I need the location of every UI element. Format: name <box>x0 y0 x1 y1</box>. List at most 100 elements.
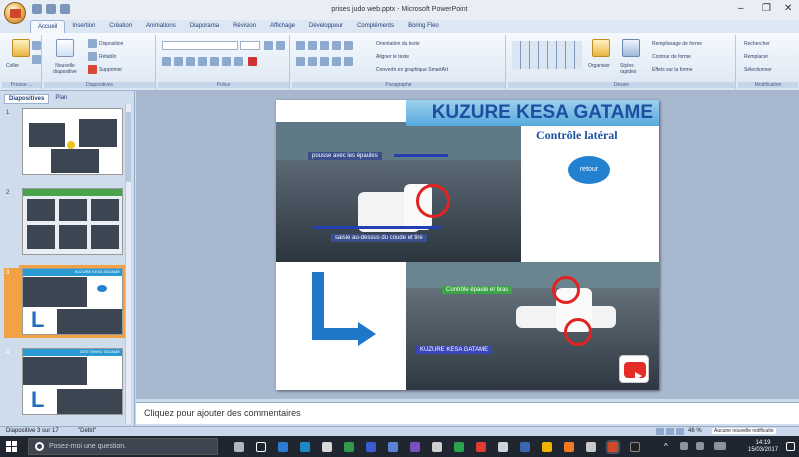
clock[interactable]: 14:19 15/03/2017 <box>748 440 778 454</box>
network-icon[interactable] <box>680 442 688 450</box>
close-button[interactable]: ✕ <box>784 3 792 14</box>
app-icon[interactable] <box>476 442 486 452</box>
quick-styles-icon[interactable] <box>622 39 640 57</box>
youtube-icon[interactable] <box>619 355 649 383</box>
tab-plan[interactable]: Plan <box>51 94 71 104</box>
smartart-button[interactable]: Convertir en graphique SmartArt <box>376 67 448 73</box>
slide-thumbnail-2[interactable]: 2 <box>4 188 128 258</box>
slide-canvas[interactable]: pousse avec les épaules saisie au-dessus… <box>276 100 659 390</box>
delete-button[interactable]: Supprimer <box>99 67 122 73</box>
reset-button[interactable]: Rétablir <box>99 54 116 60</box>
keyboard-icon[interactable] <box>714 442 726 450</box>
task-view-icon[interactable] <box>256 442 266 452</box>
slide-thumbnail-3[interactable]: 3 KUZURE KESA GATAME L <box>4 268 128 338</box>
layout-button[interactable]: Disposition <box>99 41 123 47</box>
store-icon[interactable] <box>322 442 332 452</box>
columns-icon[interactable] <box>344 57 353 66</box>
tab-diaporama[interactable]: Diaporama <box>183 20 226 34</box>
sorter-view-icon[interactable] <box>666 428 674 435</box>
app-icon[interactable] <box>542 442 552 452</box>
edge-icon[interactable] <box>278 442 288 452</box>
tab-developpeur[interactable]: Développeur <box>302 20 350 34</box>
app-icon[interactable] <box>344 442 354 452</box>
spacing-icon[interactable] <box>222 57 231 66</box>
shapes-gallery-icon[interactable] <box>512 41 582 69</box>
copy-icon[interactable] <box>32 55 41 64</box>
case-icon[interactable] <box>234 57 243 66</box>
normal-view-icon[interactable] <box>656 428 664 435</box>
increase-indent-icon[interactable] <box>332 41 341 50</box>
tab-creation[interactable]: Création <box>102 20 139 34</box>
align-right-icon[interactable] <box>320 57 329 66</box>
scrollbar-thumb[interactable] <box>126 112 131 182</box>
slide-thumbnail-4[interactable]: 4 TATE SHIHO GATAME L <box>4 348 128 418</box>
arrange-button[interactable]: Organiser <box>588 63 610 69</box>
shape-fill-button[interactable]: Remplissage de forme <box>652 41 702 47</box>
firefox-icon[interactable] <box>564 442 574 452</box>
tab-accueil[interactable]: Accueil <box>30 20 66 34</box>
zoom-level[interactable]: 46 % <box>688 428 702 434</box>
slide-thumbnail-1[interactable]: 1 <box>4 108 128 178</box>
office-button[interactable] <box>4 2 26 24</box>
app-icon[interactable] <box>586 442 596 452</box>
underline-icon[interactable] <box>186 57 195 66</box>
text-orientation-button[interactable]: Orientation du texte <box>376 41 420 47</box>
select-button[interactable]: Sélectionner <box>744 67 772 73</box>
calculator-icon[interactable] <box>498 442 508 452</box>
justify-icon[interactable] <box>332 57 341 66</box>
align-left-icon[interactable] <box>296 57 305 66</box>
slideshow-icon[interactable] <box>676 428 684 435</box>
tab-diapositives[interactable]: Diapositives <box>4 94 50 104</box>
paste-icon[interactable] <box>12 39 30 57</box>
tab-insertion[interactable]: Insertion <box>65 20 102 34</box>
shrink-font-icon[interactable] <box>276 41 285 50</box>
app-icon[interactable] <box>432 442 442 452</box>
notification-icon[interactable] <box>786 442 795 451</box>
word-icon[interactable] <box>366 442 376 452</box>
notes-pane[interactable]: Cliquez pour ajouter des commentaires <box>136 402 799 424</box>
quick-styles-button[interactable]: Styles rapides <box>620 63 646 75</box>
onenote-icon[interactable] <box>410 442 420 452</box>
font-family-select[interactable] <box>162 41 238 50</box>
chevron-up-icon[interactable]: ^ <box>664 442 668 451</box>
powerpoint-icon[interactable] <box>608 442 618 452</box>
bold-icon[interactable] <box>162 57 171 66</box>
arrange-icon[interactable] <box>592 39 610 57</box>
tab-boring-fleo[interactable]: Boring Fleo <box>401 20 446 34</box>
grow-font-icon[interactable] <box>264 41 273 50</box>
tab-animations[interactable]: Animations <box>139 20 183 34</box>
explorer-icon[interactable] <box>300 442 310 452</box>
new-slide-icon[interactable] <box>56 39 74 57</box>
shadow-icon[interactable] <box>210 57 219 66</box>
paste-button[interactable]: Coller <box>6 63 19 69</box>
new-slide-button[interactable]: Nouvelle diapositive <box>46 63 84 75</box>
decrease-indent-icon[interactable] <box>320 41 329 50</box>
numbering-icon[interactable] <box>308 41 317 50</box>
font-color-icon[interactable] <box>248 57 257 66</box>
minimize-button[interactable]: – <box>738 3 744 14</box>
italic-icon[interactable] <box>174 57 183 66</box>
tab-revision[interactable]: Révision <box>226 20 263 34</box>
strikethrough-icon[interactable] <box>198 57 207 66</box>
tab-complements[interactable]: Compléments <box>350 20 401 34</box>
chrome-icon[interactable] <box>454 442 464 452</box>
retour-button[interactable]: retour <box>568 156 610 184</box>
app-icon[interactable] <box>630 442 640 452</box>
align-center-icon[interactable] <box>308 57 317 66</box>
taskbar-search[interactable]: Posez-moi une question. <box>28 438 218 455</box>
align-text-button[interactable]: Aligner le texte <box>376 54 409 60</box>
microphone-icon[interactable] <box>234 442 244 452</box>
line-spacing-icon[interactable] <box>344 41 353 50</box>
app-icon[interactable] <box>520 442 530 452</box>
font-size-select[interactable] <box>240 41 260 50</box>
tab-affichage[interactable]: Affichage <box>263 20 302 34</box>
find-button[interactable]: Rechercher <box>744 41 770 47</box>
shape-outline-button[interactable]: Contour de forme <box>652 54 691 60</box>
replace-button[interactable]: Remplacer <box>744 54 768 60</box>
shape-effects-button[interactable]: Effets sur la forme <box>652 67 692 73</box>
pane-scrollbar[interactable] <box>125 104 131 424</box>
maximize-button[interactable]: ❐ <box>762 3 771 14</box>
app-icon[interactable] <box>388 442 398 452</box>
bullets-icon[interactable] <box>296 41 305 50</box>
windows-start-icon[interactable] <box>6 441 17 452</box>
